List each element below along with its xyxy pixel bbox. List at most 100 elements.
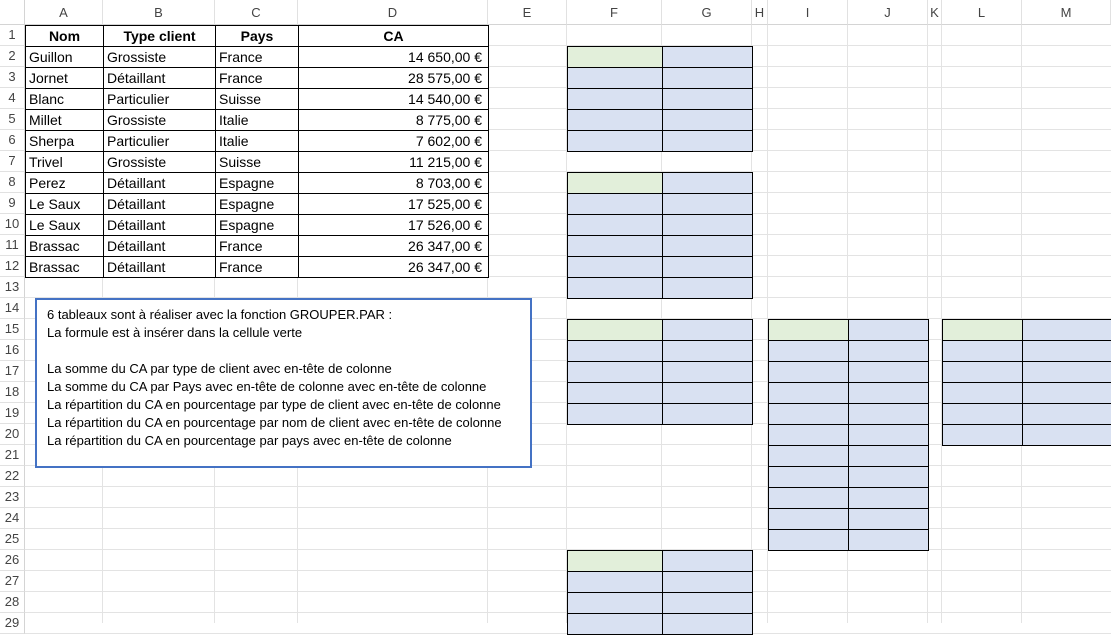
row-header[interactable]: 5	[0, 109, 25, 130]
row-header[interactable]: 6	[0, 130, 25, 151]
result-cell[interactable]	[662, 67, 753, 89]
column-header[interactable]: D	[298, 0, 488, 25]
table-cell[interactable]: Millet	[25, 109, 104, 131]
result-cell[interactable]	[662, 550, 753, 572]
column-header[interactable]: J	[848, 0, 928, 25]
row-header[interactable]: 28	[0, 592, 25, 613]
table-cell[interactable]: 8 703,00 €	[298, 172, 489, 194]
result-cell[interactable]	[567, 193, 663, 215]
result-cell[interactable]	[567, 88, 663, 110]
table-cell[interactable]: 14 650,00 €	[298, 46, 489, 68]
result-cell[interactable]	[1022, 403, 1111, 425]
result-cell[interactable]	[567, 382, 663, 404]
table-header-cell[interactable]: CA	[298, 25, 489, 47]
result-cell[interactable]	[567, 277, 663, 299]
table-cell[interactable]: Italie	[215, 130, 299, 152]
result-cell[interactable]	[567, 340, 663, 362]
result-cell[interactable]	[567, 592, 663, 614]
table-cell[interactable]: Guillon	[25, 46, 104, 68]
result-cell[interactable]	[567, 235, 663, 257]
row-header[interactable]: 29	[0, 613, 25, 634]
row-header[interactable]: 25	[0, 529, 25, 550]
table-cell[interactable]: Espagne	[215, 193, 299, 215]
table-cell[interactable]: Détaillant	[103, 235, 216, 257]
table-cell[interactable]: Particulier	[103, 88, 216, 110]
result-cell[interactable]	[848, 508, 929, 530]
row-header[interactable]: 8	[0, 172, 25, 193]
row-header[interactable]: 7	[0, 151, 25, 172]
result-cell[interactable]	[662, 403, 753, 425]
column-header[interactable]: E	[488, 0, 567, 25]
result-cell[interactable]	[848, 403, 929, 425]
table-cell[interactable]: Espagne	[215, 214, 299, 236]
result-cell[interactable]	[848, 319, 929, 341]
formula-input-cell[interactable]	[567, 319, 663, 341]
row-header[interactable]: 16	[0, 340, 25, 361]
result-cell[interactable]	[662, 382, 753, 404]
column-header[interactable]: B	[103, 0, 215, 25]
row-header[interactable]: 4	[0, 88, 25, 109]
result-cell[interactable]	[567, 67, 663, 89]
table-cell[interactable]: Blanc	[25, 88, 104, 110]
formula-input-cell[interactable]	[942, 319, 1023, 341]
spreadsheet-grid[interactable]: ABCDEFGHIJKLM 1 2 3 4 5 6 7 8 9 10 11 12 13 14 15 16 17 1…	[0, 0, 1111, 635]
row-header[interactable]: 26	[0, 550, 25, 571]
result-cell[interactable]	[567, 361, 663, 383]
result-cell[interactable]	[1022, 382, 1111, 404]
instructions-textbox[interactable]: 6 tableaux sont à réaliser avec la fonct…	[35, 298, 532, 468]
result-cell[interactable]	[662, 592, 753, 614]
result-cell[interactable]	[848, 529, 929, 551]
row-header[interactable]: 27	[0, 571, 25, 592]
result-cell[interactable]	[662, 172, 753, 194]
result-cell[interactable]	[768, 445, 849, 467]
result-cell[interactable]	[768, 403, 849, 425]
table-cell[interactable]: Particulier	[103, 130, 216, 152]
row-header[interactable]: 23	[0, 487, 25, 508]
result-cell[interactable]	[848, 445, 929, 467]
result-cell[interactable]	[848, 382, 929, 404]
result-cell[interactable]	[567, 613, 663, 635]
result-cell[interactable]	[1022, 319, 1111, 341]
table-cell[interactable]: 17 525,00 €	[298, 193, 489, 215]
table-cell[interactable]: 26 347,00 €	[298, 235, 489, 257]
table-cell[interactable]: Détaillant	[103, 193, 216, 215]
result-cell[interactable]	[662, 361, 753, 383]
column-header[interactable]: H	[752, 0, 768, 25]
table-cell[interactable]: 26 347,00 €	[298, 256, 489, 278]
result-cell[interactable]	[942, 382, 1023, 404]
formula-input-cell[interactable]	[567, 172, 663, 194]
row-header[interactable]: 9	[0, 193, 25, 214]
row-header[interactable]: 18	[0, 382, 25, 403]
result-cell[interactable]	[662, 130, 753, 152]
result-cell[interactable]	[567, 403, 663, 425]
result-cell[interactable]	[848, 466, 929, 488]
result-cell[interactable]	[662, 340, 753, 362]
table-cell[interactable]: Perez	[25, 172, 104, 194]
result-cell[interactable]	[848, 361, 929, 383]
table-cell[interactable]: Grossiste	[103, 109, 216, 131]
table-cell[interactable]: Détaillant	[103, 256, 216, 278]
column-header[interactable]: K	[928, 0, 942, 25]
result-cell[interactable]	[768, 487, 849, 509]
table-cell[interactable]: Brassac	[25, 256, 104, 278]
result-cell[interactable]	[567, 256, 663, 278]
result-cell[interactable]	[662, 277, 753, 299]
table-header-cell[interactable]: Type client	[103, 25, 216, 47]
result-cell[interactable]	[942, 403, 1023, 425]
table-cell[interactable]: Sherpa	[25, 130, 104, 152]
formula-input-cell[interactable]	[768, 319, 849, 341]
row-header[interactable]: 12	[0, 256, 25, 277]
result-cell[interactable]	[662, 88, 753, 110]
result-cell[interactable]	[768, 466, 849, 488]
column-header[interactable]: A	[25, 0, 103, 25]
result-cell[interactable]	[662, 319, 753, 341]
result-cell[interactable]	[848, 487, 929, 509]
table-cell[interactable]: Suisse	[215, 88, 299, 110]
result-cell[interactable]	[942, 340, 1023, 362]
result-cell[interactable]	[662, 235, 753, 257]
table-header-cell[interactable]: Nom	[25, 25, 104, 47]
row-header[interactable]: 17	[0, 361, 25, 382]
row-header[interactable]: 13	[0, 277, 25, 298]
table-cell[interactable]: 7 602,00 €	[298, 130, 489, 152]
row-header[interactable]: 24	[0, 508, 25, 529]
